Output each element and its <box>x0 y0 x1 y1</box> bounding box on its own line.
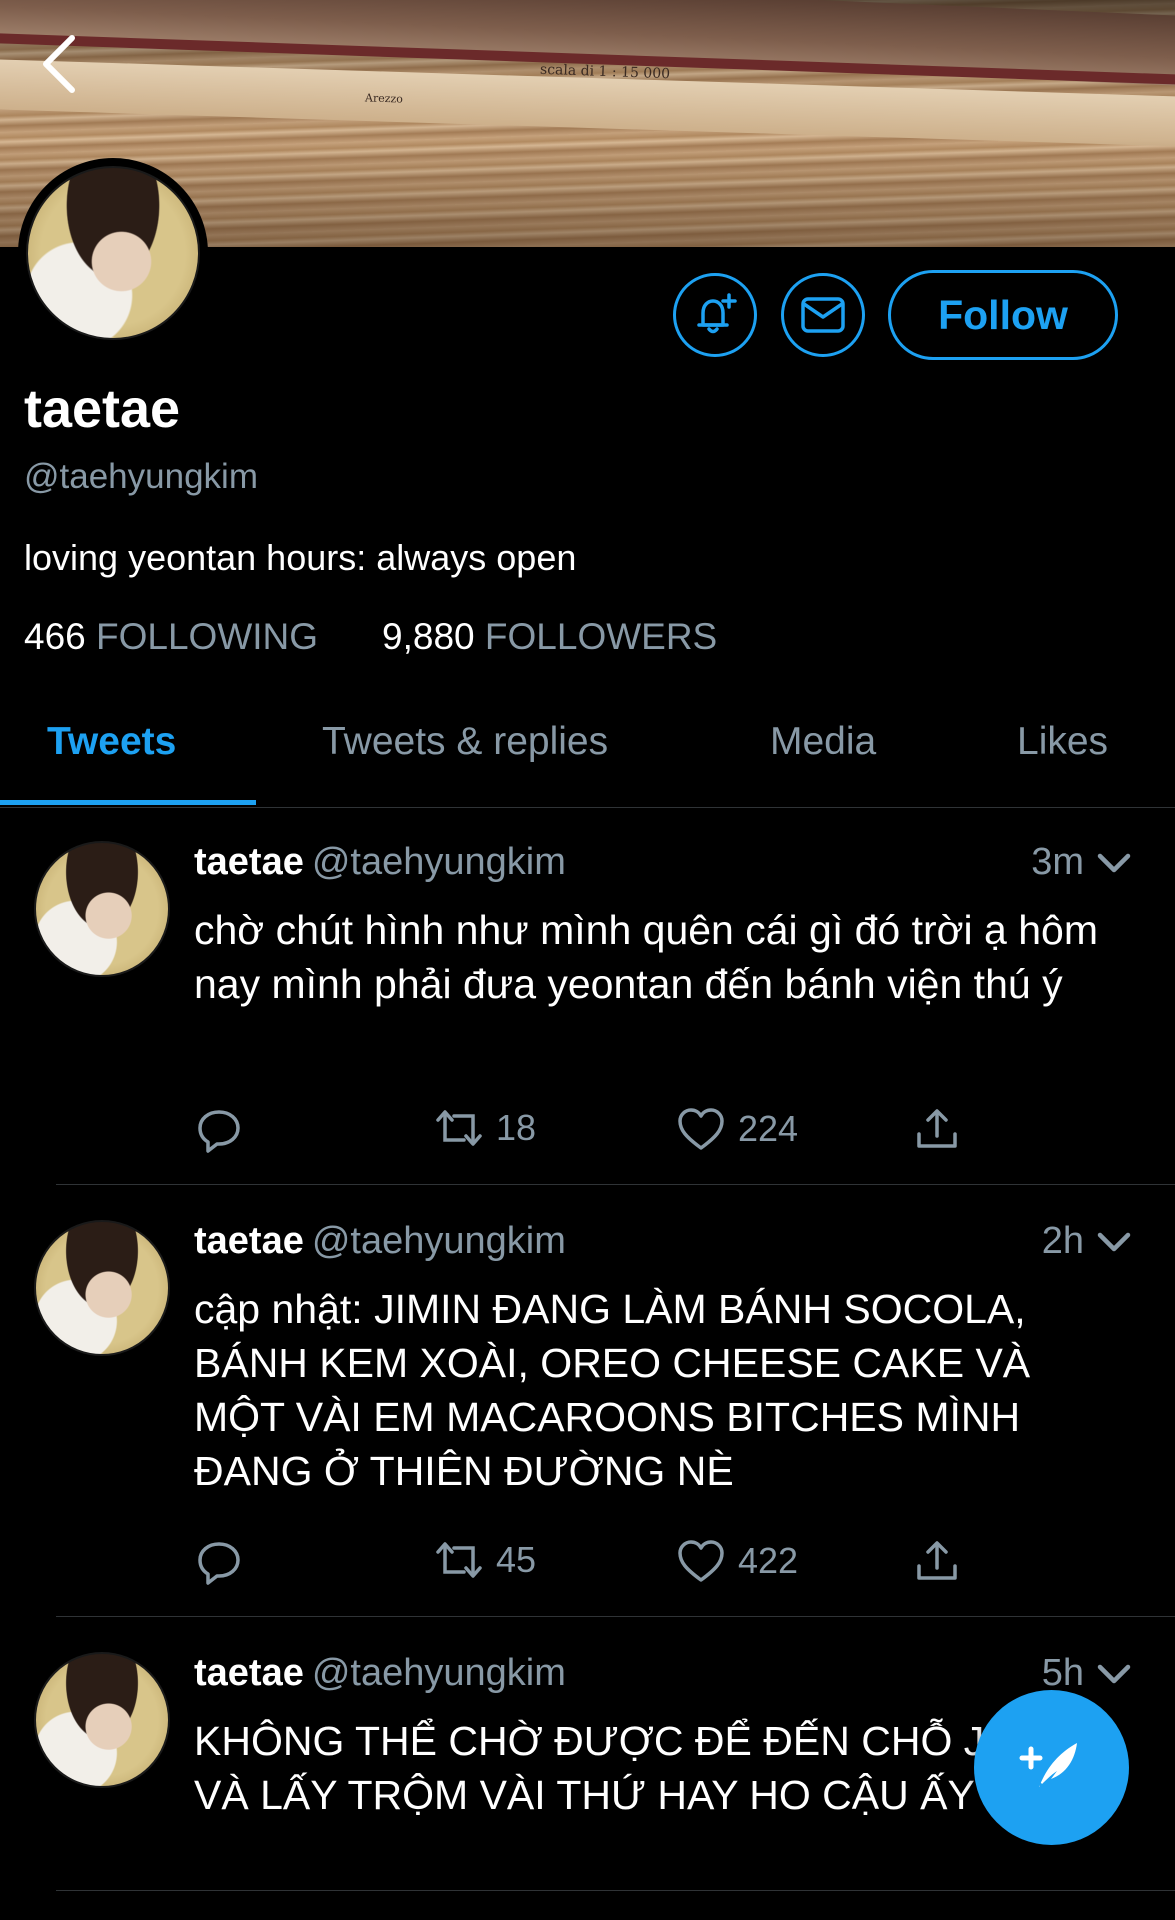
like-count: 422 <box>738 1540 799 1581</box>
following-count: 466 <box>24 616 86 657</box>
retweet-button[interactable]: 45 <box>434 1538 536 1582</box>
tweet-timestamp: 2h <box>1041 1220 1084 1262</box>
tab-tweets[interactable]: Tweets <box>47 720 176 764</box>
tweet-avatar[interactable] <box>34 841 170 977</box>
tweet-actions: 45 422 <box>194 1538 994 1598</box>
profile-bio: loving yeontan hours: always open <box>24 537 577 578</box>
avatar-image <box>34 841 170 977</box>
retweet-icon <box>436 1542 482 1578</box>
share-icon <box>917 1109 957 1148</box>
active-tab-indicator <box>0 800 256 805</box>
like-button[interactable]: 224 <box>676 1106 798 1152</box>
following-stat[interactable]: 466 FOLLOWING <box>24 616 318 658</box>
heart-icon <box>678 1108 724 1150</box>
notify-button[interactable] <box>673 273 757 357</box>
like-count: 224 <box>738 1108 799 1149</box>
tweet-avatar[interactable] <box>34 1652 170 1788</box>
tweet-header: taetae @taehyungkim 2h <box>194 1220 1134 1270</box>
tweet-author-name[interactable]: taetae <box>194 1652 304 1694</box>
tweet-author-name[interactable]: taetae <box>194 841 304 883</box>
banner-text-place: Arezzo <box>364 91 404 106</box>
tweet-actions: 18 224 <box>194 1106 994 1166</box>
chevron-down-icon[interactable] <box>1094 1222 1134 1262</box>
tweet-divider <box>56 1890 1175 1891</box>
retweet-icon <box>436 1110 482 1146</box>
tweet-timestamp: 5h <box>1041 1652 1084 1694</box>
followers-stat[interactable]: 9,880 FOLLOWERS <box>382 616 717 658</box>
profile-stats: 466 FOLLOWING 9,880 FOLLOWERS <box>24 616 717 658</box>
share-icon <box>917 1541 957 1580</box>
chevron-left-icon <box>43 35 75 93</box>
reply-icon <box>198 1542 240 1585</box>
bell-plus-icon <box>697 293 737 334</box>
profile-avatar[interactable] <box>18 158 208 348</box>
tweet-author-name[interactable]: taetae <box>194 1220 304 1262</box>
tweet-text: chờ chút hình như mình quên cái gì đó tr… <box>194 907 1099 1007</box>
following-label: FOLLOWING <box>96 616 319 657</box>
tweet-divider <box>56 1184 1175 1185</box>
like-button[interactable]: 422 <box>676 1538 798 1584</box>
followers-count: 9,880 <box>382 616 475 657</box>
compose-tweet-button[interactable] <box>974 1690 1129 1845</box>
tweet-item[interactable]: taetae @taehyungkim 3m chờ chút hình như … <box>0 841 1175 1181</box>
tab-media[interactable]: Media <box>770 720 876 764</box>
avatar-image <box>26 166 200 340</box>
chevron-down-icon[interactable] <box>1094 1654 1134 1694</box>
tweet-author-handle[interactable]: @taehyungkim <box>312 1220 566 1262</box>
profile-handle: @taehyungkim <box>24 457 258 496</box>
avatar-image <box>34 1652 170 1788</box>
chevron-down-icon[interactable] <box>1094 843 1134 883</box>
tweet-item[interactable]: taetae @taehyungkim 2h cập nhật: JIMIN ĐA… <box>0 1220 1175 1610</box>
tweet-avatar[interactable] <box>34 1220 170 1356</box>
tweet-author-handle[interactable]: @taehyungkim <box>312 1652 566 1694</box>
profile-name: taetae <box>24 379 181 439</box>
tweet-header: taetae @taehyungkim 3m <box>194 841 1134 891</box>
tweet-divider <box>56 1616 1175 1617</box>
heart-icon <box>678 1540 724 1582</box>
reply-button[interactable] <box>194 1538 244 1588</box>
back-button[interactable] <box>30 28 86 100</box>
follow-button[interactable]: Follow <box>888 270 1118 360</box>
tweet-timestamp: 3m <box>1031 841 1084 883</box>
envelope-icon <box>801 297 845 333</box>
share-button[interactable] <box>914 1538 960 1584</box>
reply-icon <box>198 1110 240 1153</box>
tweet-text: cập nhật: JIMIN ĐANG LÀM BÁNH SOCOLA, BÁ… <box>194 1286 1031 1494</box>
retweet-button[interactable]: 18 <box>434 1106 536 1150</box>
tab-likes[interactable]: Likes <box>1017 720 1108 764</box>
tweet-header: taetae @taehyungkim 5h <box>194 1652 1134 1702</box>
avatar-image <box>34 1220 170 1356</box>
tweet-author-handle[interactable]: @taehyungkim <box>312 841 566 883</box>
share-button[interactable] <box>914 1106 960 1152</box>
feather-plus-icon <box>1019 1742 1077 1788</box>
profile-tabs: Tweets Tweets & replies Media Likes <box>0 680 1175 808</box>
message-button[interactable] <box>781 273 865 357</box>
followers-label: FOLLOWERS <box>484 616 718 657</box>
reply-button[interactable] <box>194 1106 244 1156</box>
retweet-count: 45 <box>496 1539 537 1580</box>
retweet-count: 18 <box>496 1107 537 1148</box>
tab-tweets-replies[interactable]: Tweets & replies <box>322 720 608 764</box>
